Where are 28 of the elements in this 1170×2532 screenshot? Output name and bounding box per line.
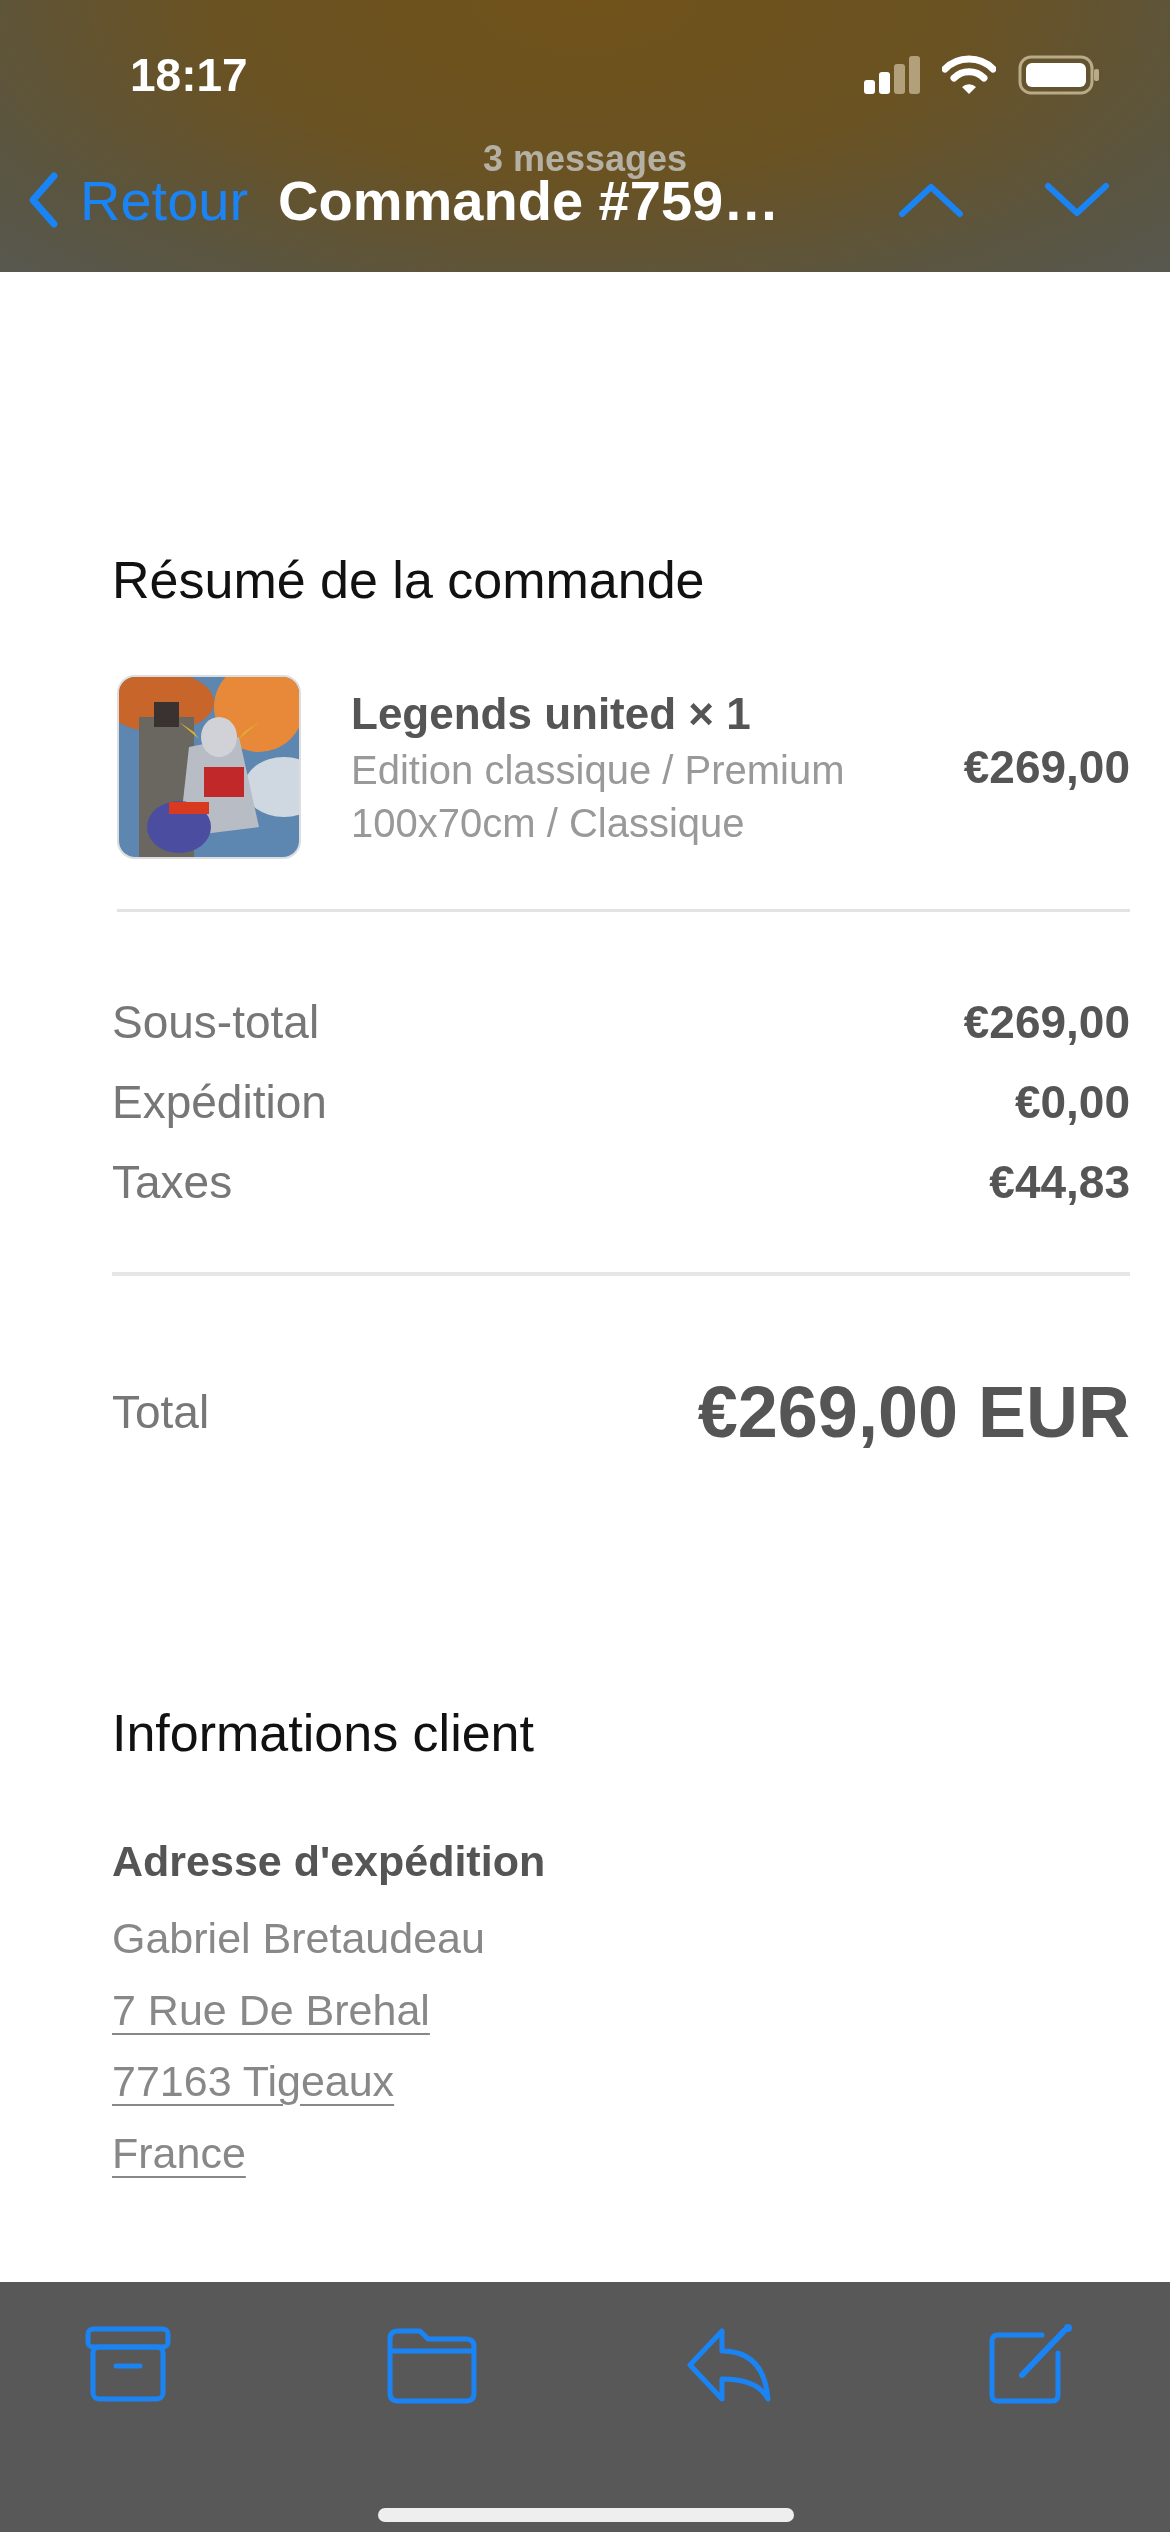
- chevron-left-icon: [28, 172, 58, 228]
- wifi-icon: [942, 55, 996, 95]
- summary-label: Expédition: [112, 1075, 327, 1129]
- summary-label: Taxes: [112, 1155, 233, 1209]
- back-button[interactable]: Retour: [28, 167, 249, 233]
- clock-time: 18:17: [130, 48, 248, 102]
- signal-icon: [864, 56, 920, 94]
- summary-amount: €44,83: [989, 1155, 1130, 1209]
- product-price: €269,00: [963, 740, 1130, 794]
- chevron-up-icon[interactable]: [898, 182, 964, 218]
- product-title: Legends united × 1: [351, 688, 752, 740]
- section-heading: Informations client: [112, 1703, 535, 1763]
- address-link[interactable]: 7 Rue De Brehal: [112, 1974, 430, 2046]
- summary-label: Sous-total: [112, 995, 320, 1049]
- chevron-down-icon[interactable]: [1044, 182, 1110, 218]
- total-label: Total: [112, 1385, 210, 1439]
- summary-amount: €269,00: [963, 995, 1130, 1049]
- section-heading: Résumé de la commande: [112, 550, 706, 610]
- product-variant: Edition classique / Premium: [351, 747, 845, 794]
- home-indicator[interactable]: [378, 2508, 794, 2522]
- total-amount: €269,00 EUR: [697, 1371, 1130, 1453]
- address-heading: Adresse d'expédition: [112, 1836, 547, 1887]
- address-link[interactable]: 77163 Tigeaux: [112, 2046, 395, 2118]
- product-variant: 100x70cm / Classique: [351, 800, 746, 847]
- address-text: Gabriel Bretaudeau: [112, 1913, 485, 1964]
- address-link[interactable]: France: [112, 2117, 246, 2189]
- summary-amount: €0,00: [1014, 1075, 1130, 1129]
- battery-icon: [1018, 55, 1100, 95]
